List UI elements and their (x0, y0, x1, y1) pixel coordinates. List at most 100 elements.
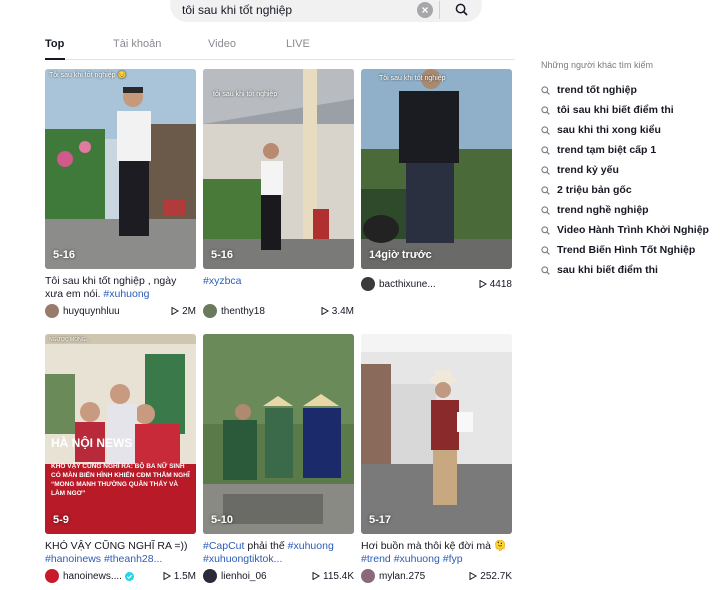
avatar[interactable] (203, 569, 217, 583)
related-search-label[interactable]: trend tốt nghiệp (557, 84, 637, 96)
video-meta: bacthixune... 4418 (361, 276, 512, 292)
video-thumbnail[interactable]: NGƯỢC MONG... HÀ NỘI NEWS KHÓ VẬY CŨNG N… (45, 334, 196, 534)
post-date: 5-9 (53, 514, 69, 526)
hashtag[interactable]: #hanoinews #theanh28... (45, 553, 162, 565)
video-thumbnail[interactable]: 5-10 (203, 334, 354, 534)
author-name[interactable]: mylan.275 (379, 571, 469, 582)
video-card[interactable]: Tôi sau khi tốt nghiệp 14giờ trước bacth… (361, 69, 512, 292)
view-count: 2M (171, 306, 196, 317)
related-search-label[interactable]: trend nghề nghiệp (557, 204, 649, 216)
avatar[interactable] (203, 304, 217, 318)
thumbnail-image (45, 334, 196, 534)
overlay-caption: NGƯỢC MONG... (49, 337, 90, 343)
video-description[interactable]: Tôi sau khi tốt nghiệp , ngày xưa em nói… (45, 275, 196, 301)
video-card[interactable]: Tôi sau khi tốt nghiệp 😔 5-16 Tôi sau kh… (45, 69, 196, 319)
related-search-item[interactable]: trend kỷ yếu (541, 160, 716, 180)
related-search-label[interactable]: Video Hành Trình Khởi Nghiệp (557, 224, 709, 236)
tab-live[interactable]: LIVE (286, 38, 310, 50)
search-icon (541, 145, 550, 155)
video-meta: mylan.275 252.7K (361, 568, 512, 584)
related-search-item[interactable]: Video Hành Trình Khởi Nghiệp (541, 220, 716, 240)
tab-top[interactable]: Top (45, 38, 64, 50)
overlay-caption: tôi sau khi tốt nghiệp (213, 91, 278, 98)
view-count: 4418 (479, 279, 512, 290)
avatar[interactable] (361, 277, 375, 291)
thumbnail-image (361, 69, 512, 269)
video-meta: lienhoi_06 115.4K (203, 568, 354, 584)
search-button[interactable] (446, 0, 476, 23)
news-subtitle: KHÓ VẬY CŨNG NGHĨ RA: BỘ BA NỮ SINH CÓ M… (51, 463, 190, 497)
related-search-label[interactable]: sau khi biết điểm thi (557, 264, 658, 276)
related-search-label[interactable]: trend kỷ yếu (557, 164, 619, 176)
hashtag[interactable]: #xuhuong (103, 288, 149, 300)
hashtag[interactable]: #CapCut (203, 540, 244, 552)
search-icon (541, 165, 550, 175)
active-tab-indicator (45, 58, 65, 60)
hashtag[interactable]: #trend #xuhuong #fyp (361, 553, 463, 565)
post-date: 5-10 (211, 514, 234, 526)
avatar[interactable] (45, 304, 59, 318)
video-card[interactable]: 5-10 #CapCut phải thế #xuhuong #xuhuongt… (203, 334, 354, 584)
search-tabs: Top Tài khoản Video LIVE (45, 38, 515, 60)
video-meta: hanoinews.... 1.5M (45, 568, 196, 584)
related-search-item[interactable]: trend tạm biệt cấp 1 (541, 140, 716, 160)
search-bar[interactable]: tôi sau khi tốt nghiệp (170, 0, 482, 22)
avatar[interactable] (45, 569, 59, 583)
view-count: 3.4M (321, 306, 354, 317)
search-icon (541, 205, 550, 215)
related-search-item[interactable]: sau khi thi xong kiểu (541, 120, 716, 140)
post-date: 5-17 (369, 514, 392, 526)
avatar[interactable] (361, 569, 375, 583)
video-description[interactable]: Hơi buồn mà thôi kệ đời mà 🫠 #trend #xuh… (361, 540, 512, 566)
view-count: 115.4K (312, 571, 354, 582)
author-name[interactable]: lienhoi_06 (221, 571, 312, 582)
author-name[interactable]: hanoinews.... (63, 571, 122, 582)
author-name[interactable]: thenthy18 (221, 306, 321, 317)
related-search-item[interactable]: trend nghề nghiệp (541, 200, 716, 220)
related-search-label[interactable]: sau khi thi xong kiểu (557, 124, 661, 136)
post-date: 5-16 (211, 249, 234, 261)
post-date: 5-16 (53, 249, 76, 261)
related-search-label[interactable]: 2 triệu bản gốc (557, 184, 632, 196)
video-card[interactable]: 5-17 Hơi buồn mà thôi kệ đời mà 🫠 #trend… (361, 334, 512, 584)
video-description[interactable]: #xyzbca (203, 275, 354, 301)
author-name[interactable]: huyquynhluu (63, 306, 171, 317)
related-search-label[interactable]: trend tạm biệt cấp 1 (557, 144, 656, 156)
search-icon (541, 85, 550, 95)
video-description[interactable]: KHÓ VẬY CŨNG NGHĨ RA =)) #hanoinews #the… (45, 540, 196, 566)
related-search-label[interactable]: tôi sau khi biết điểm thi (557, 104, 674, 116)
search-input[interactable]: tôi sau khi tốt nghiệp (182, 0, 417, 17)
tab-accounts[interactable]: Tài khoản (113, 38, 161, 50)
play-icon (312, 572, 321, 580)
related-search-label[interactable]: Trend Biến Hình Tốt Nghiệp (557, 244, 695, 256)
play-icon (171, 307, 180, 315)
author-name[interactable]: bacthixune... (379, 279, 479, 290)
video-meta: huyquynhluu 2M (45, 303, 196, 319)
search-icon (541, 265, 550, 275)
related-search-item[interactable]: Trend Biến Hình Tốt Nghiệp (541, 240, 716, 260)
play-icon (321, 307, 329, 315)
search-divider (439, 0, 440, 19)
video-thumbnail[interactable]: tôi sau khi tốt nghiệp 5-16 (203, 69, 354, 269)
search-icon (455, 3, 468, 16)
video-card[interactable]: NGƯỢC MONG... HÀ NỘI NEWS KHÓ VẬY CŨNG N… (45, 334, 196, 584)
related-searches-title: Những người khác tìm kiếm (541, 60, 653, 70)
video-description[interactable]: #CapCut phải thế #xuhuong #xuhuongtiktok… (203, 540, 354, 566)
play-icon (163, 572, 171, 580)
related-search-item[interactable]: sau khi biết điểm thi (541, 260, 716, 280)
tab-video[interactable]: Video (208, 38, 236, 50)
clear-search-icon[interactable] (417, 1, 433, 18)
video-thumbnail[interactable]: Tôi sau khi tốt nghiệp 😔 5-16 (45, 69, 196, 269)
video-card[interactable]: tôi sau khi tốt nghiệp 5-16 #xyzbca then… (203, 69, 354, 319)
overlay-caption: Tôi sau khi tốt nghiệp 😔 (49, 72, 127, 79)
related-searches: Những người khác tìm kiếm trend tốt nghi… (541, 60, 716, 280)
video-thumbnail[interactable]: 5-17 (361, 334, 512, 534)
play-icon (469, 572, 478, 580)
thumbnail-image (45, 69, 196, 269)
overlay-caption: Tôi sau khi tốt nghiệp (379, 75, 446, 82)
related-search-item[interactable]: 2 triệu bản gốc (541, 180, 716, 200)
related-search-item[interactable]: trend tốt nghiệp (541, 80, 716, 100)
hashtag[interactable]: #xyzbca (203, 275, 242, 287)
video-thumbnail[interactable]: Tôi sau khi tốt nghiệp 14giờ trước (361, 69, 512, 269)
related-search-item[interactable]: tôi sau khi biết điểm thi (541, 100, 716, 120)
